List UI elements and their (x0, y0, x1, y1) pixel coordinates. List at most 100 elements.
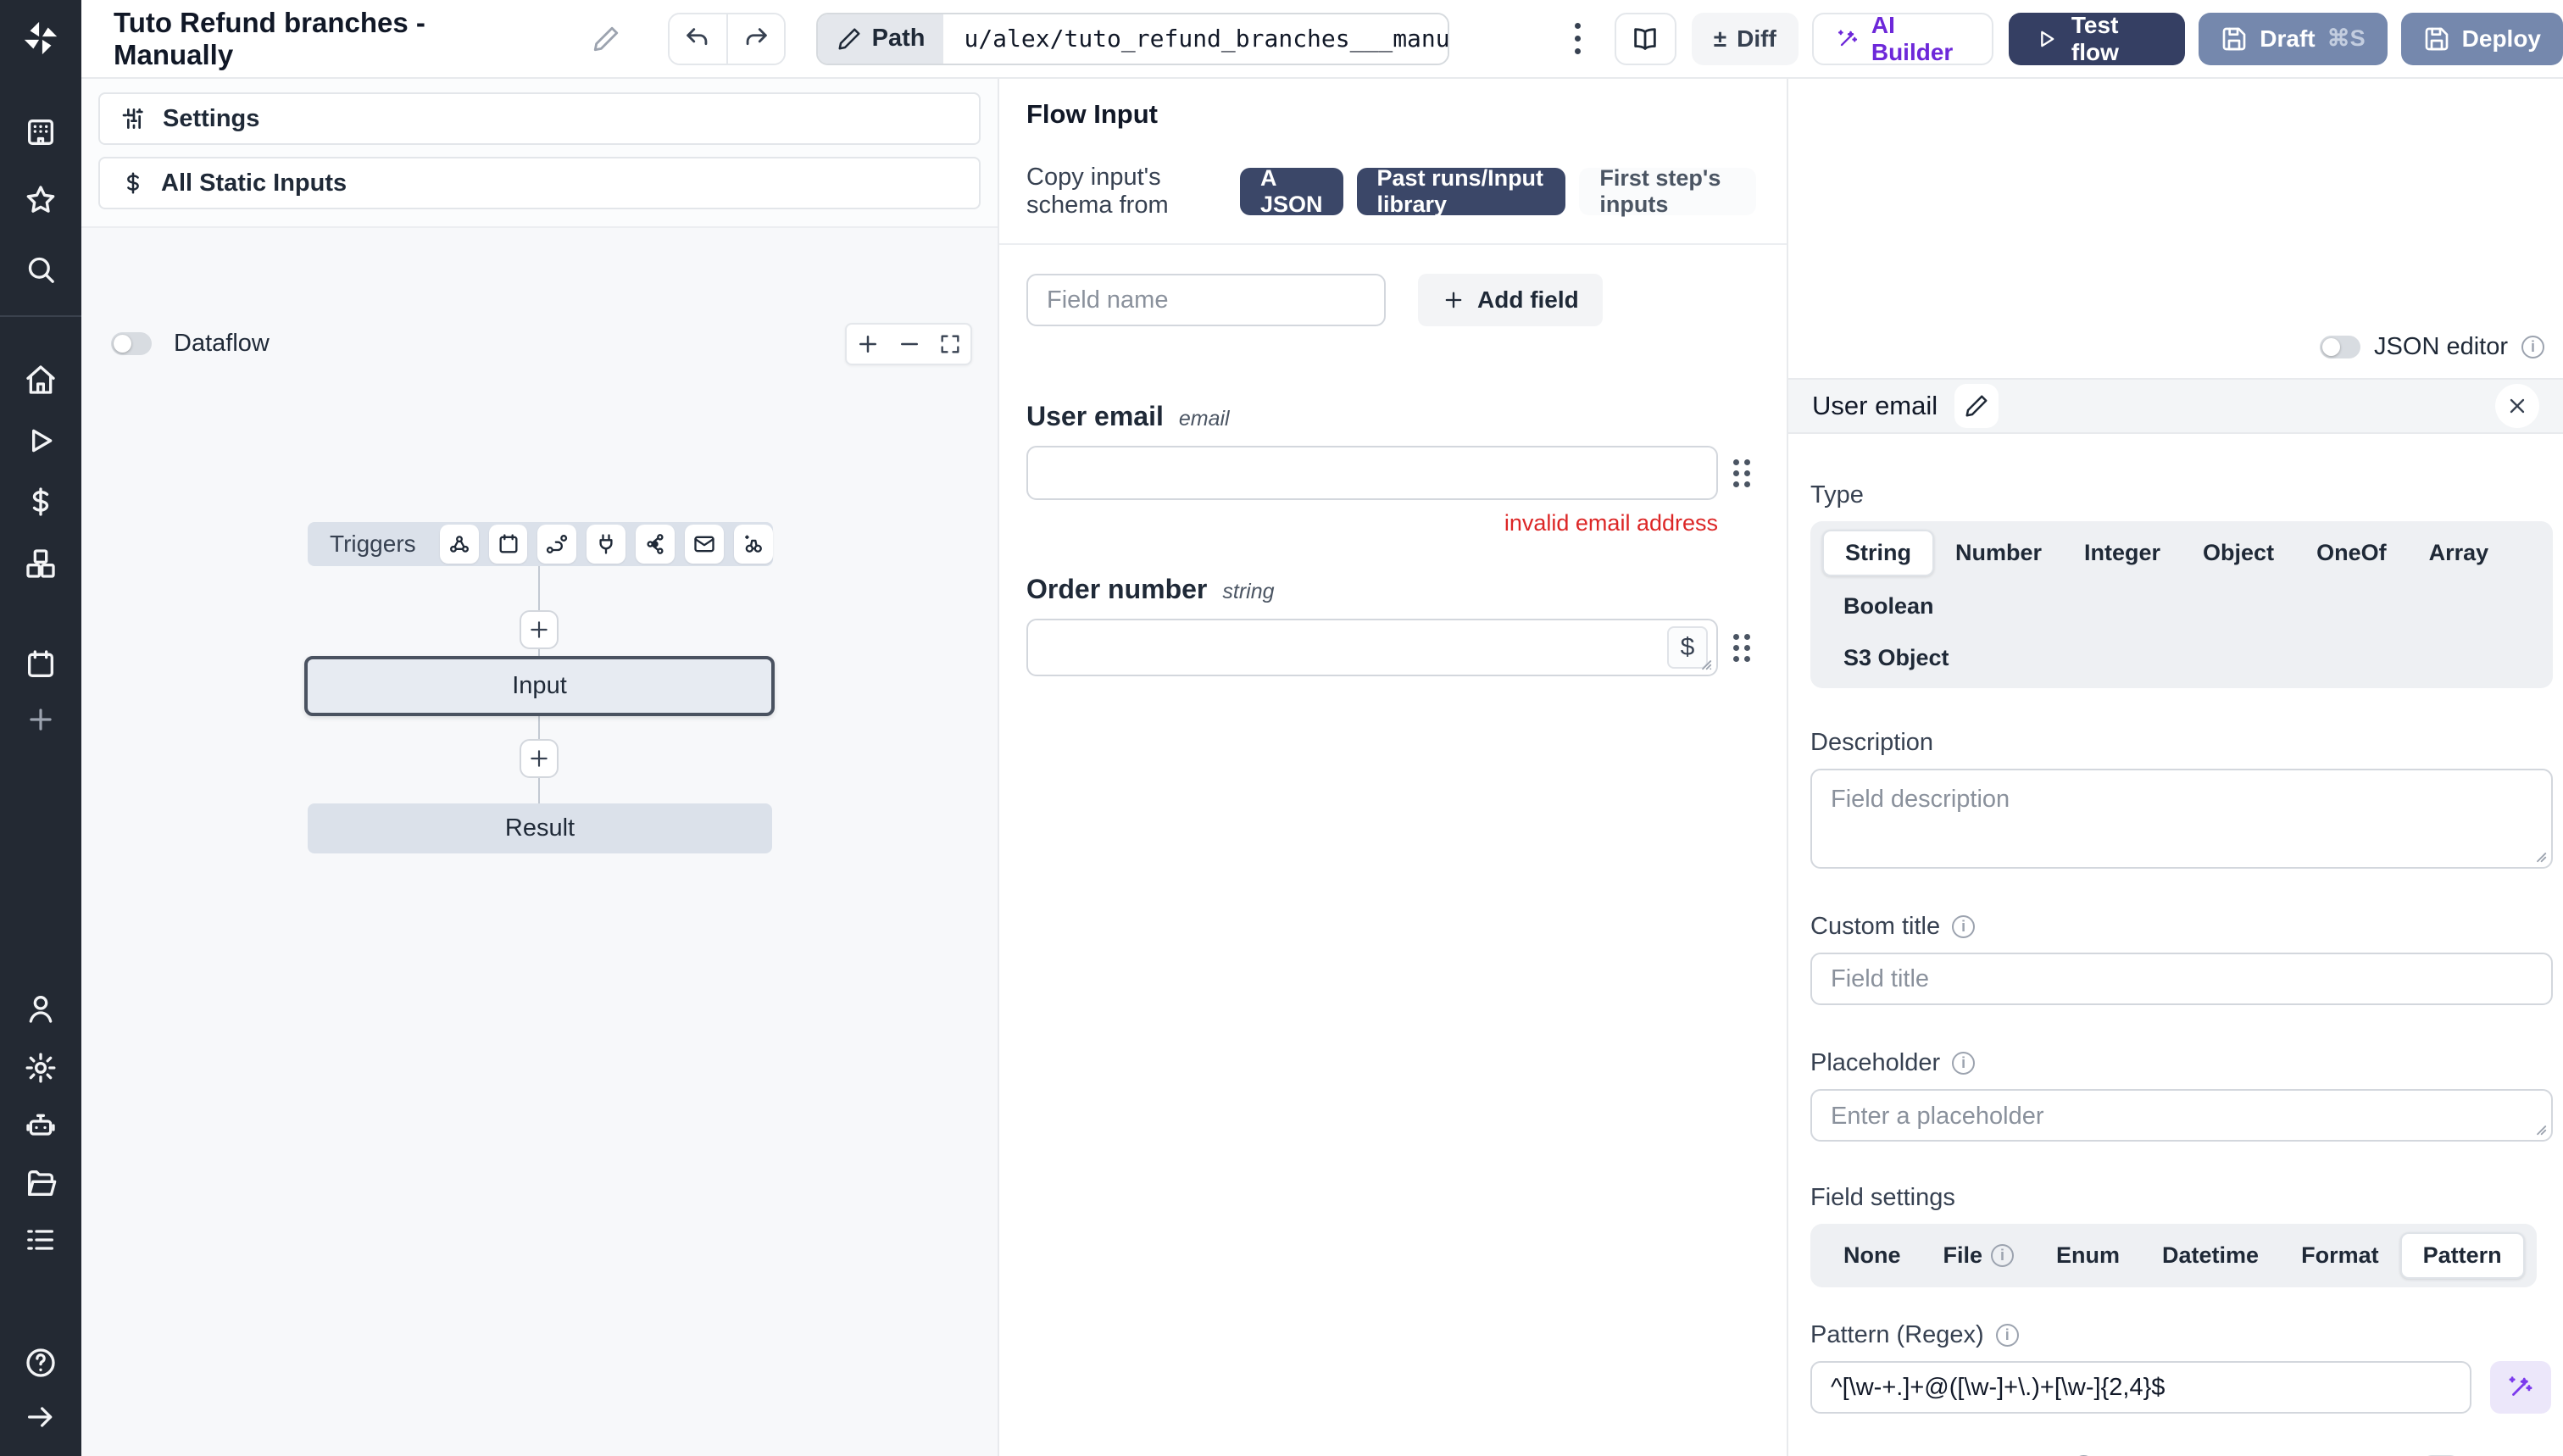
path-value[interactable]: u/alex/tuto_refund_branches___manually (943, 14, 1448, 64)
setting-option-format[interactable]: Format (2280, 1234, 2400, 1277)
expand-arrow-icon[interactable] (24, 1400, 58, 1434)
zoom-in-icon[interactable] (855, 331, 881, 357)
schedule-calendar-icon[interactable] (488, 525, 528, 564)
close-icon[interactable] (2495, 384, 2539, 428)
workspace-icon[interactable] (24, 115, 58, 149)
kebab-menu-icon[interactable] (1566, 14, 1589, 63)
canvas-zoom-controls (845, 323, 972, 365)
type-option-s3object[interactable]: S3 Object (1822, 636, 2541, 680)
generate-regex-wand-button[interactable] (2490, 1361, 2551, 1414)
kafka-icon[interactable] (636, 525, 675, 564)
add-step-button[interactable] (520, 739, 559, 778)
dataflow-row: Dataflow (111, 330, 270, 358)
flow-graph-panel: Settings All Static Inputs Dataflow Trig… (81, 79, 999, 1456)
setting-option-pattern[interactable]: Pattern (2399, 1232, 2525, 1279)
windmill-logo-icon[interactable] (21, 19, 60, 58)
setting-option-datetime[interactable]: Datetime (2141, 1234, 2280, 1277)
pattern-regex-input[interactable] (1810, 1361, 2471, 1414)
flow-canvas[interactable]: Dataflow Triggers Input Result (81, 228, 998, 1456)
info-icon[interactable]: i (1995, 1324, 2019, 1347)
rename-field-pencil-icon[interactable] (1954, 384, 1999, 428)
custom-title-input[interactable] (1810, 953, 2553, 1005)
runs-play-icon[interactable] (24, 424, 58, 458)
resize-grip-icon[interactable] (1694, 653, 1713, 671)
settings-gear-icon[interactable] (24, 1051, 58, 1085)
poll-binoculars-icon[interactable] (734, 525, 773, 564)
edit-title-pencil-icon[interactable] (592, 25, 620, 53)
resources-boxes-icon[interactable] (24, 547, 58, 581)
placeholder-textarea[interactable]: Enter a placeholder (1810, 1089, 2553, 1142)
fit-view-icon[interactable] (938, 332, 962, 356)
dataflow-toggle[interactable] (111, 332, 152, 355)
docs-book-button[interactable] (1614, 12, 1676, 65)
help-icon[interactable] (24, 1346, 58, 1380)
triggers-node[interactable]: Triggers (308, 522, 773, 566)
undo-button[interactable] (669, 14, 727, 64)
schedules-calendar-icon[interactable] (24, 647, 58, 681)
type-option-oneof[interactable]: OneOf (2295, 531, 2408, 575)
diff-button[interactable]: ± Diff (1691, 12, 1799, 65)
type-option-string[interactable]: String (1822, 530, 1934, 576)
resize-grip-icon[interactable] (2529, 1118, 2548, 1136)
home-icon[interactable] (24, 363, 58, 397)
type-option-array[interactable]: Array (2408, 531, 2510, 575)
setting-option-enum[interactable]: Enum (2035, 1234, 2141, 1277)
websocket-plug-icon[interactable] (587, 525, 626, 564)
logs-list-icon[interactable] (24, 1223, 58, 1257)
field-name: User email (1026, 401, 1164, 431)
path-label: Path (871, 25, 926, 52)
test-flow-button[interactable]: Test flow (2008, 11, 2186, 65)
info-icon[interactable]: i (1952, 915, 1976, 938)
copy-from-json-button[interactable]: A JSON (1240, 165, 1343, 217)
deploy-button[interactable]: Deploy (2400, 12, 2563, 65)
type-option-boolean[interactable]: Boolean (1822, 585, 1955, 628)
user-icon[interactable] (24, 992, 58, 1025)
favorites-star-icon[interactable] (24, 183, 58, 217)
type-option-number[interactable]: Number (1934, 531, 2063, 575)
search-icon[interactable] (24, 253, 58, 286)
description-label: Description (1810, 729, 1934, 756)
setting-option-file[interactable]: File i (1922, 1234, 2036, 1277)
info-icon[interactable]: i (1952, 1052, 1976, 1075)
drag-handle-icon[interactable] (1733, 458, 1750, 487)
email-icon[interactable] (685, 525, 725, 564)
copy-schema-label: Copy input's schema from (1026, 164, 1169, 219)
redo-button[interactable] (726, 14, 784, 64)
field-name-input[interactable] (1026, 274, 1386, 326)
zoom-out-icon[interactable] (897, 331, 922, 357)
folders-icon[interactable] (24, 1166, 58, 1200)
test-flow-label: Test flow (2071, 11, 2119, 65)
workers-robot-icon[interactable] (24, 1109, 58, 1142)
json-editor-toggle[interactable] (2320, 336, 2361, 358)
info-icon[interactable]: i (2521, 336, 2544, 358)
path-button[interactable]: Path (817, 14, 944, 64)
add-field-button[interactable]: Add field (1418, 274, 1603, 326)
plus-icon (1445, 292, 1462, 308)
save-draft-button[interactable]: Draft ⌘S (2199, 12, 2388, 65)
result-node[interactable]: Result (308, 803, 772, 853)
route-icon[interactable] (537, 525, 577, 564)
sliders-icon (122, 108, 143, 129)
add-step-button[interactable] (520, 610, 559, 649)
ai-builder-button[interactable]: AI Builder (1811, 12, 1993, 65)
variables-dollar-icon[interactable] (24, 485, 58, 519)
copy-from-first-step-button[interactable]: First step's inputs (1579, 165, 1756, 217)
input-node[interactable]: Input (304, 656, 775, 716)
setting-option-none[interactable]: None (1822, 1234, 1922, 1277)
drag-handle-icon[interactable] (1733, 633, 1750, 662)
custom-error-label: Custom error messagei (1810, 1453, 2095, 1456)
type-option-object[interactable]: Object (2182, 531, 2295, 575)
all-static-inputs-row[interactable]: All Static Inputs (98, 157, 981, 209)
flow-settings-row[interactable]: Settings (98, 92, 981, 145)
type-option-integer[interactable]: Integer (2063, 531, 2182, 575)
user-email-input[interactable] (1026, 446, 1718, 500)
description-textarea[interactable]: Field description (1810, 769, 2553, 869)
schema-field-user-email: User email email invalid email address (1026, 401, 1756, 536)
order-number-input[interactable]: $ (1026, 619, 1718, 676)
add-plus-icon[interactable] (25, 703, 57, 736)
flow-panel-header: Settings All Static Inputs (81, 79, 998, 228)
webhook-icon[interactable] (439, 525, 479, 564)
copy-from-past-runs-button[interactable]: Past runs/Input library (1356, 165, 1566, 217)
enable-label: Enable (2475, 1453, 2551, 1456)
resize-grip-icon[interactable] (2529, 845, 2548, 864)
